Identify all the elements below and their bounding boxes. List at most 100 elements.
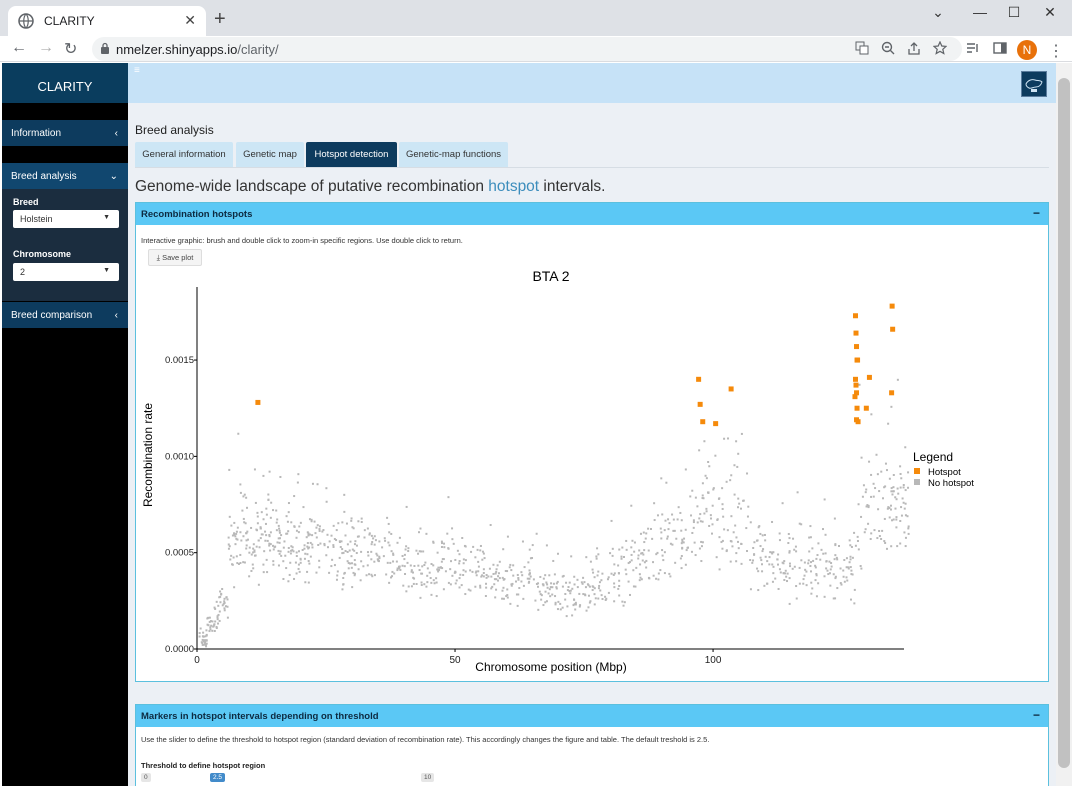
no-hotspot-point: [815, 557, 818, 560]
star-icon[interactable]: [933, 41, 947, 55]
side-panel-icon[interactable]: [993, 41, 1007, 55]
no-hotspot-point: [848, 539, 851, 542]
no-hotspot-point: [613, 563, 616, 566]
no-hotspot-point: [834, 554, 837, 557]
tab-genetic-map[interactable]: Genetic map: [236, 142, 304, 167]
no-hotspot-point: [891, 519, 894, 522]
no-hotspot-point: [209, 626, 212, 629]
no-hotspot-point: [900, 477, 903, 480]
no-hotspot-point: [808, 550, 811, 553]
sidebar-item-information[interactable]: Information ‹: [2, 120, 128, 146]
no-hotspot-point: [424, 561, 427, 564]
cow-logo-icon: [1025, 79, 1043, 92]
threshold-slider-value[interactable]: 2.5: [210, 773, 226, 782]
close-tab-icon[interactable]: ✕: [184, 12, 196, 29]
no-hotspot-point: [585, 556, 588, 559]
no-hotspot-point: [698, 547, 701, 550]
no-hotspot-point: [900, 506, 903, 509]
hamburger-icon[interactable]: ≡: [134, 65, 140, 76]
tab-hotspot-detection[interactable]: Hotspot detection: [306, 142, 397, 167]
no-hotspot-point: [293, 577, 296, 580]
app-header: ≡: [128, 63, 1056, 103]
no-hotspot-point: [460, 584, 463, 587]
no-hotspot-point: [255, 529, 258, 532]
recombination-chart[interactable]: BTA 2 0.0000 0.0005 0.0010 0.0015 0 50 100 Rec…: [136, 203, 1048, 681]
tab-general-information[interactable]: General information: [135, 142, 233, 167]
no-hotspot-point: [254, 501, 257, 504]
no-hotspot-point: [783, 578, 786, 581]
no-hotspot-point: [374, 539, 377, 542]
no-hotspot-point: [876, 473, 879, 476]
no-hotspot-point: [745, 527, 748, 530]
lock-icon[interactable]: [100, 42, 110, 54]
no-hotspot-point: [442, 558, 445, 561]
no-hotspot-point: [423, 583, 426, 586]
no-hotspot-point: [878, 529, 881, 532]
no-hotspot-point: [246, 506, 249, 509]
collapse-icon[interactable]: −: [1033, 708, 1040, 722]
profile-avatar[interactable]: N: [1017, 40, 1037, 60]
browser-tab[interactable]: CLARITY ✕: [8, 6, 206, 36]
no-hotspot-point: [792, 537, 795, 540]
no-hotspot-point: [617, 564, 620, 567]
no-hotspot-point: [860, 567, 863, 570]
no-hotspot-point: [537, 585, 540, 588]
no-hotspot-point: [541, 583, 544, 586]
no-hotspot-point: [883, 486, 886, 489]
no-hotspot-point: [625, 539, 628, 542]
no-hotspot-point: [346, 551, 349, 554]
translate-icon[interactable]: [855, 41, 869, 55]
more-menu-icon[interactable]: ⋮: [1048, 41, 1064, 61]
no-hotspot-point: [405, 505, 408, 508]
no-hotspot-point: [528, 573, 531, 576]
new-tab-icon[interactable]: +: [214, 9, 226, 29]
close-window-icon[interactable]: ✕: [1036, 4, 1064, 24]
no-hotspot-point: [227, 547, 230, 550]
no-hotspot-point: [218, 619, 221, 622]
no-hotspot-point: [278, 527, 281, 530]
no-hotspot-point: [788, 537, 791, 540]
no-hotspot-point: [340, 540, 343, 543]
markers-description: Use the slider to define the threshold t…: [141, 735, 710, 744]
no-hotspot-point: [680, 567, 683, 570]
breed-select[interactable]: Holstein ▼: [13, 210, 119, 228]
url-text[interactable]: nmelzer.shinyapps.io/clarity/: [116, 42, 279, 57]
maximize-icon[interactable]: ☐: [1000, 4, 1028, 24]
page-title: Breed analysis: [135, 123, 214, 137]
no-hotspot-point: [201, 638, 204, 641]
no-hotspot-point: [521, 540, 524, 543]
forward-icon[interactable]: →: [38, 39, 54, 57]
minimize-icon[interactable]: —: [966, 4, 994, 24]
no-hotspot-point: [372, 537, 375, 540]
no-hotspot-point: [824, 552, 827, 555]
sidebar-item-breed-analysis[interactable]: Breed analysis ⌄: [2, 163, 128, 189]
no-hotspot-point: [630, 546, 633, 549]
no-hotspot-point: [824, 533, 827, 536]
no-hotspot-point: [378, 540, 381, 543]
no-hotspot-point: [443, 546, 446, 549]
chevron-down-icon[interactable]: ⌄: [924, 4, 952, 24]
no-hotspot-point: [269, 516, 272, 519]
no-hotspot-point: [198, 635, 201, 638]
reading-list-icon[interactable]: [966, 41, 980, 55]
no-hotspot-point: [326, 533, 329, 536]
reload-icon[interactable]: ↻: [64, 39, 77, 59]
zoom-icon[interactable]: [881, 41, 895, 55]
no-hotspot-point: [865, 488, 868, 491]
no-hotspot-point: [582, 593, 585, 596]
share-icon[interactable]: [907, 41, 921, 55]
no-hotspot-point: [332, 524, 335, 527]
back-icon[interactable]: ←: [11, 39, 27, 57]
scrollbar-thumb[interactable]: [1058, 78, 1070, 768]
no-hotspot-point: [631, 539, 634, 542]
no-hotspot-point: [420, 581, 423, 584]
no-hotspot-point: [868, 460, 871, 463]
no-hotspot-point: [704, 474, 707, 477]
sidebar-item-breed-comparison[interactable]: Breed comparison ‹: [2, 302, 128, 328]
no-hotspot-point: [842, 569, 845, 572]
chromosome-select[interactable]: 2 ▼: [13, 263, 119, 281]
no-hotspot-point: [859, 565, 862, 568]
no-hotspot-point: [328, 571, 331, 574]
hotspot-point: [889, 390, 895, 396]
tab-genetic-map-functions[interactable]: Genetic-map functions: [399, 142, 508, 167]
